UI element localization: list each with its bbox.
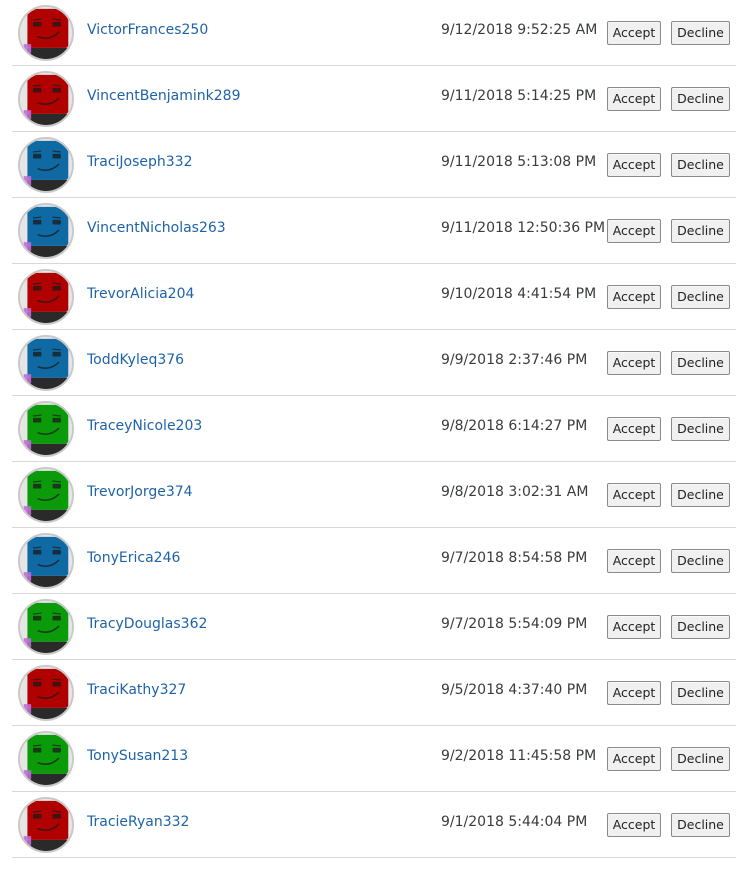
username-link[interactable]: TracyDouglas362 bbox=[87, 616, 207, 632]
decline-button[interactable]: Decline bbox=[671, 813, 730, 837]
list-item: TraciJoseph332 9/11/2018 5:13:08 PM Acce… bbox=[12, 132, 736, 198]
request-date: 9/7/2018 5:54:09 PM bbox=[441, 616, 588, 632]
username-link[interactable]: TraciKathy327 bbox=[87, 682, 186, 698]
list-item: TraciKathy327 9/5/2018 4:37:40 PM Accept… bbox=[12, 660, 736, 726]
list-item: TrevorJorge374 9/8/2018 3:02:31 AM Accep… bbox=[12, 462, 736, 528]
avatar[interactable] bbox=[18, 335, 74, 391]
request-date: 9/12/2018 9:52:25 AM bbox=[441, 22, 598, 38]
accept-button[interactable]: Accept bbox=[607, 483, 661, 507]
avatar[interactable] bbox=[18, 731, 74, 787]
request-date: 9/11/2018 12:50:36 PM bbox=[441, 220, 606, 236]
accept-button[interactable]: Accept bbox=[607, 681, 661, 705]
avatar[interactable] bbox=[18, 5, 74, 61]
username-link[interactable]: TracieRyan332 bbox=[87, 814, 189, 830]
decline-button[interactable]: Decline bbox=[671, 681, 730, 705]
avatar-face-icon bbox=[20, 205, 72, 257]
avatar-face-icon bbox=[20, 733, 72, 785]
list-item: VincentNicholas263 9/11/2018 12:50:36 PM… bbox=[12, 198, 736, 264]
friend-request-list: VictorFrances250 9/12/2018 9:52:25 AM Ac… bbox=[0, 0, 748, 871]
avatar-face-icon bbox=[20, 799, 72, 851]
accept-button[interactable]: Accept bbox=[607, 219, 661, 243]
request-date: 9/9/2018 2:37:46 PM bbox=[441, 352, 588, 368]
list-item: VincentBenjamink289 9/11/2018 5:14:25 PM… bbox=[12, 66, 736, 132]
request-date: 9/7/2018 8:54:58 PM bbox=[441, 550, 588, 566]
list-item: TracieRyan332 9/1/2018 5:44:04 PM Accept… bbox=[12, 792, 736, 858]
decline-button[interactable]: Decline bbox=[671, 21, 730, 45]
request-date: 9/10/2018 4:41:54 PM bbox=[441, 286, 597, 302]
accept-button[interactable]: Accept bbox=[607, 351, 661, 375]
request-date: 9/1/2018 5:44:04 PM bbox=[441, 814, 588, 830]
avatar[interactable] bbox=[18, 665, 74, 721]
username-link[interactable]: TrevorJorge374 bbox=[87, 484, 193, 500]
accept-button[interactable]: Accept bbox=[607, 747, 661, 771]
accept-button[interactable]: Accept bbox=[607, 549, 661, 573]
accept-button[interactable]: Accept bbox=[607, 21, 661, 45]
avatar[interactable] bbox=[18, 797, 74, 853]
avatar-face-icon bbox=[20, 469, 72, 521]
request-date: 9/5/2018 4:37:40 PM bbox=[441, 682, 588, 698]
decline-button[interactable]: Decline bbox=[671, 747, 730, 771]
avatar[interactable] bbox=[18, 533, 74, 589]
decline-button[interactable]: Decline bbox=[671, 417, 730, 441]
avatar-face-icon bbox=[20, 73, 72, 125]
avatar[interactable] bbox=[18, 71, 74, 127]
accept-button[interactable]: Accept bbox=[607, 813, 661, 837]
avatar-face-icon bbox=[20, 337, 72, 389]
list-item: VictorFrances250 9/12/2018 9:52:25 AM Ac… bbox=[12, 0, 736, 66]
list-item: TraceyNicole203 9/8/2018 6:14:27 PM Acce… bbox=[12, 396, 736, 462]
username-link[interactable]: TraceyNicole203 bbox=[87, 418, 202, 434]
avatar[interactable] bbox=[18, 467, 74, 523]
decline-button[interactable]: Decline bbox=[671, 219, 730, 243]
decline-button[interactable]: Decline bbox=[671, 549, 730, 573]
list-item: TonyErica246 9/7/2018 8:54:58 PM Accept … bbox=[12, 528, 736, 594]
username-link[interactable]: TraciJoseph332 bbox=[87, 154, 193, 170]
list-item: TracyDouglas362 9/7/2018 5:54:09 PM Acce… bbox=[12, 594, 736, 660]
username-link[interactable]: VincentNicholas263 bbox=[87, 220, 226, 236]
username-link[interactable]: TrevorAlicia204 bbox=[87, 286, 194, 302]
username-link[interactable]: TonyErica246 bbox=[87, 550, 180, 566]
avatar[interactable] bbox=[18, 599, 74, 655]
avatar[interactable] bbox=[18, 137, 74, 193]
accept-button[interactable]: Accept bbox=[607, 417, 661, 441]
request-date: 9/11/2018 5:14:25 PM bbox=[441, 88, 597, 104]
decline-button[interactable]: Decline bbox=[671, 87, 730, 111]
list-item: TonySusan213 9/2/2018 11:45:58 PM Accept… bbox=[12, 726, 736, 792]
avatar-face-icon bbox=[20, 535, 72, 587]
username-link[interactable]: VincentBenjamink289 bbox=[87, 88, 241, 104]
avatar-face-icon bbox=[20, 7, 72, 59]
request-date: 9/8/2018 3:02:31 AM bbox=[441, 484, 589, 500]
avatar-face-icon bbox=[20, 139, 72, 191]
username-link[interactable]: ToddKyleq376 bbox=[87, 352, 184, 368]
request-date: 9/8/2018 6:14:27 PM bbox=[441, 418, 588, 434]
decline-button[interactable]: Decline bbox=[671, 483, 730, 507]
decline-button[interactable]: Decline bbox=[671, 285, 730, 309]
list-item: TrevorAlicia204 9/10/2018 4:41:54 PM Acc… bbox=[12, 264, 736, 330]
avatar[interactable] bbox=[18, 269, 74, 325]
username-link[interactable]: VictorFrances250 bbox=[87, 22, 208, 38]
avatar[interactable] bbox=[18, 203, 74, 259]
accept-button[interactable]: Accept bbox=[607, 87, 661, 111]
accept-button[interactable]: Accept bbox=[607, 153, 661, 177]
avatar-face-icon bbox=[20, 601, 72, 653]
avatar[interactable] bbox=[18, 401, 74, 457]
list-item: ToddKyleq376 9/9/2018 2:37:46 PM Accept … bbox=[12, 330, 736, 396]
decline-button[interactable]: Decline bbox=[671, 615, 730, 639]
decline-button[interactable]: Decline bbox=[671, 351, 730, 375]
avatar-face-icon bbox=[20, 271, 72, 323]
accept-button[interactable]: Accept bbox=[607, 615, 661, 639]
avatar-face-icon bbox=[20, 667, 72, 719]
avatar-face-icon bbox=[20, 403, 72, 455]
request-date: 9/2/2018 11:45:58 PM bbox=[441, 748, 597, 764]
request-date: 9/11/2018 5:13:08 PM bbox=[441, 154, 597, 170]
accept-button[interactable]: Accept bbox=[607, 285, 661, 309]
username-link[interactable]: TonySusan213 bbox=[87, 748, 188, 764]
decline-button[interactable]: Decline bbox=[671, 153, 730, 177]
